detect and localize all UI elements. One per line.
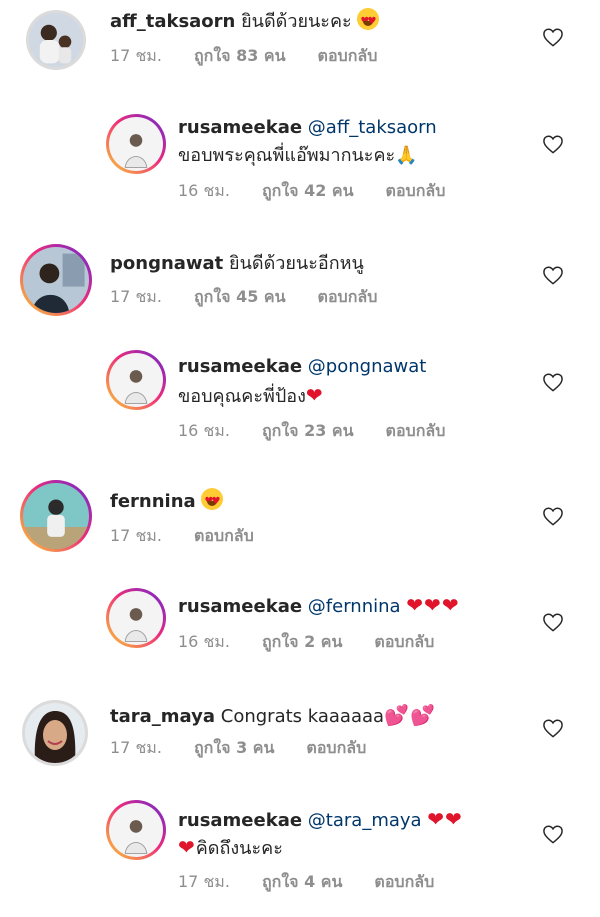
avatar[interactable]: [106, 114, 166, 174]
likes-count[interactable]: ถูกใจ 23 คน: [262, 421, 354, 440]
comment-text: ยินดีด้วยนะคะ: [241, 11, 352, 32]
avatar[interactable]: [106, 350, 166, 410]
red-heart-emoji-icon: ❤: [305, 383, 324, 407]
reply-button[interactable]: ตอบกลับ: [318, 46, 378, 65]
username[interactable]: rusameekae: [178, 810, 302, 831]
avatar[interactable]: [26, 10, 86, 70]
timestamp: 16 ชม.: [178, 181, 230, 200]
red-heart-emoji-icon: ❤❤: [427, 807, 463, 831]
timestamp: 17 ชม.: [110, 526, 162, 545]
reply-button[interactable]: ตอบกลับ: [318, 287, 378, 306]
comment-text: ยินดีด้วยนะอีกหนู: [229, 253, 364, 274]
red-heart-emoji-icon: ❤❤❤: [406, 593, 460, 617]
timestamp: 16 ชม.: [178, 632, 230, 651]
mention-link[interactable]: @tara_maya: [308, 810, 422, 831]
heart-eyes-emoji-icon: [357, 8, 380, 33]
reply-button[interactable]: ตอบกลับ: [374, 872, 434, 891]
likes-count[interactable]: ถูกใจ 83 คน: [194, 46, 286, 65]
two-hearts-emoji-icon: 💕💕: [384, 703, 436, 727]
username[interactable]: rusameekae: [178, 596, 302, 617]
heart-outline-icon[interactable]: [542, 824, 564, 844]
username[interactable]: rusameekae: [178, 117, 302, 138]
folded-hands-emoji-icon: 🙏: [395, 145, 418, 166]
likes-count[interactable]: ถูกใจ 45 คน: [194, 287, 286, 306]
comment-text: Congrats kaaaaaa: [220, 706, 385, 727]
avatar[interactable]: [106, 800, 166, 860]
likes-count[interactable]: ถูกใจ 4 คน: [262, 872, 342, 891]
timestamp: 17 ชม.: [110, 46, 162, 65]
red-heart-emoji-icon: ❤: [178, 835, 196, 859]
timestamp: 17 ชม.: [110, 738, 162, 757]
reply-button[interactable]: ตอบกลับ: [386, 181, 446, 200]
avatar[interactable]: [20, 244, 92, 316]
heart-outline-icon[interactable]: [542, 718, 564, 738]
comment-text: ขอบพระคุณพี่แอ๊พมากนะคะ: [178, 145, 396, 166]
mention-link[interactable]: @aff_taksaorn: [308, 117, 437, 138]
comment-text: คิดถึงนะคะ: [195, 838, 283, 859]
heart-outline-icon[interactable]: [542, 612, 564, 632]
reply-button[interactable]: ตอบกลับ: [386, 421, 446, 440]
username[interactable]: rusameekae: [178, 356, 302, 377]
username[interactable]: fernnina: [110, 491, 196, 512]
timestamp: 17 ชม.: [110, 287, 162, 306]
comment-text: ขอบคุณคะพี่ป้อง: [178, 386, 306, 407]
heart-outline-icon[interactable]: [542, 265, 564, 285]
heart-eyes-emoji-icon: [201, 488, 224, 513]
likes-count[interactable]: ถูกใจ 2 คน: [262, 632, 342, 651]
reply-button[interactable]: ตอบกลับ: [374, 632, 434, 651]
avatar[interactable]: [106, 588, 166, 648]
username[interactable]: pongnawat: [110, 253, 223, 274]
timestamp: 16 ชม.: [178, 421, 230, 440]
heart-outline-icon[interactable]: [542, 134, 564, 154]
timestamp: 17 ชม.: [178, 872, 230, 891]
mention-link[interactable]: @pongnawat: [308, 356, 427, 377]
likes-count[interactable]: ถูกใจ 3 คน: [194, 738, 274, 757]
reply-button[interactable]: ตอบกลับ: [306, 738, 366, 757]
mention-link[interactable]: @fernnina: [308, 596, 401, 617]
avatar[interactable]: [22, 700, 88, 766]
reply-button[interactable]: ตอบกลับ: [194, 526, 254, 545]
avatar[interactable]: [20, 480, 92, 552]
heart-outline-icon[interactable]: [542, 27, 564, 47]
username[interactable]: aff_taksaorn: [110, 11, 235, 32]
likes-count[interactable]: ถูกใจ 42 คน: [262, 181, 354, 200]
heart-outline-icon[interactable]: [542, 506, 564, 526]
heart-outline-icon[interactable]: [542, 372, 564, 392]
username[interactable]: tara_maya: [110, 706, 215, 727]
